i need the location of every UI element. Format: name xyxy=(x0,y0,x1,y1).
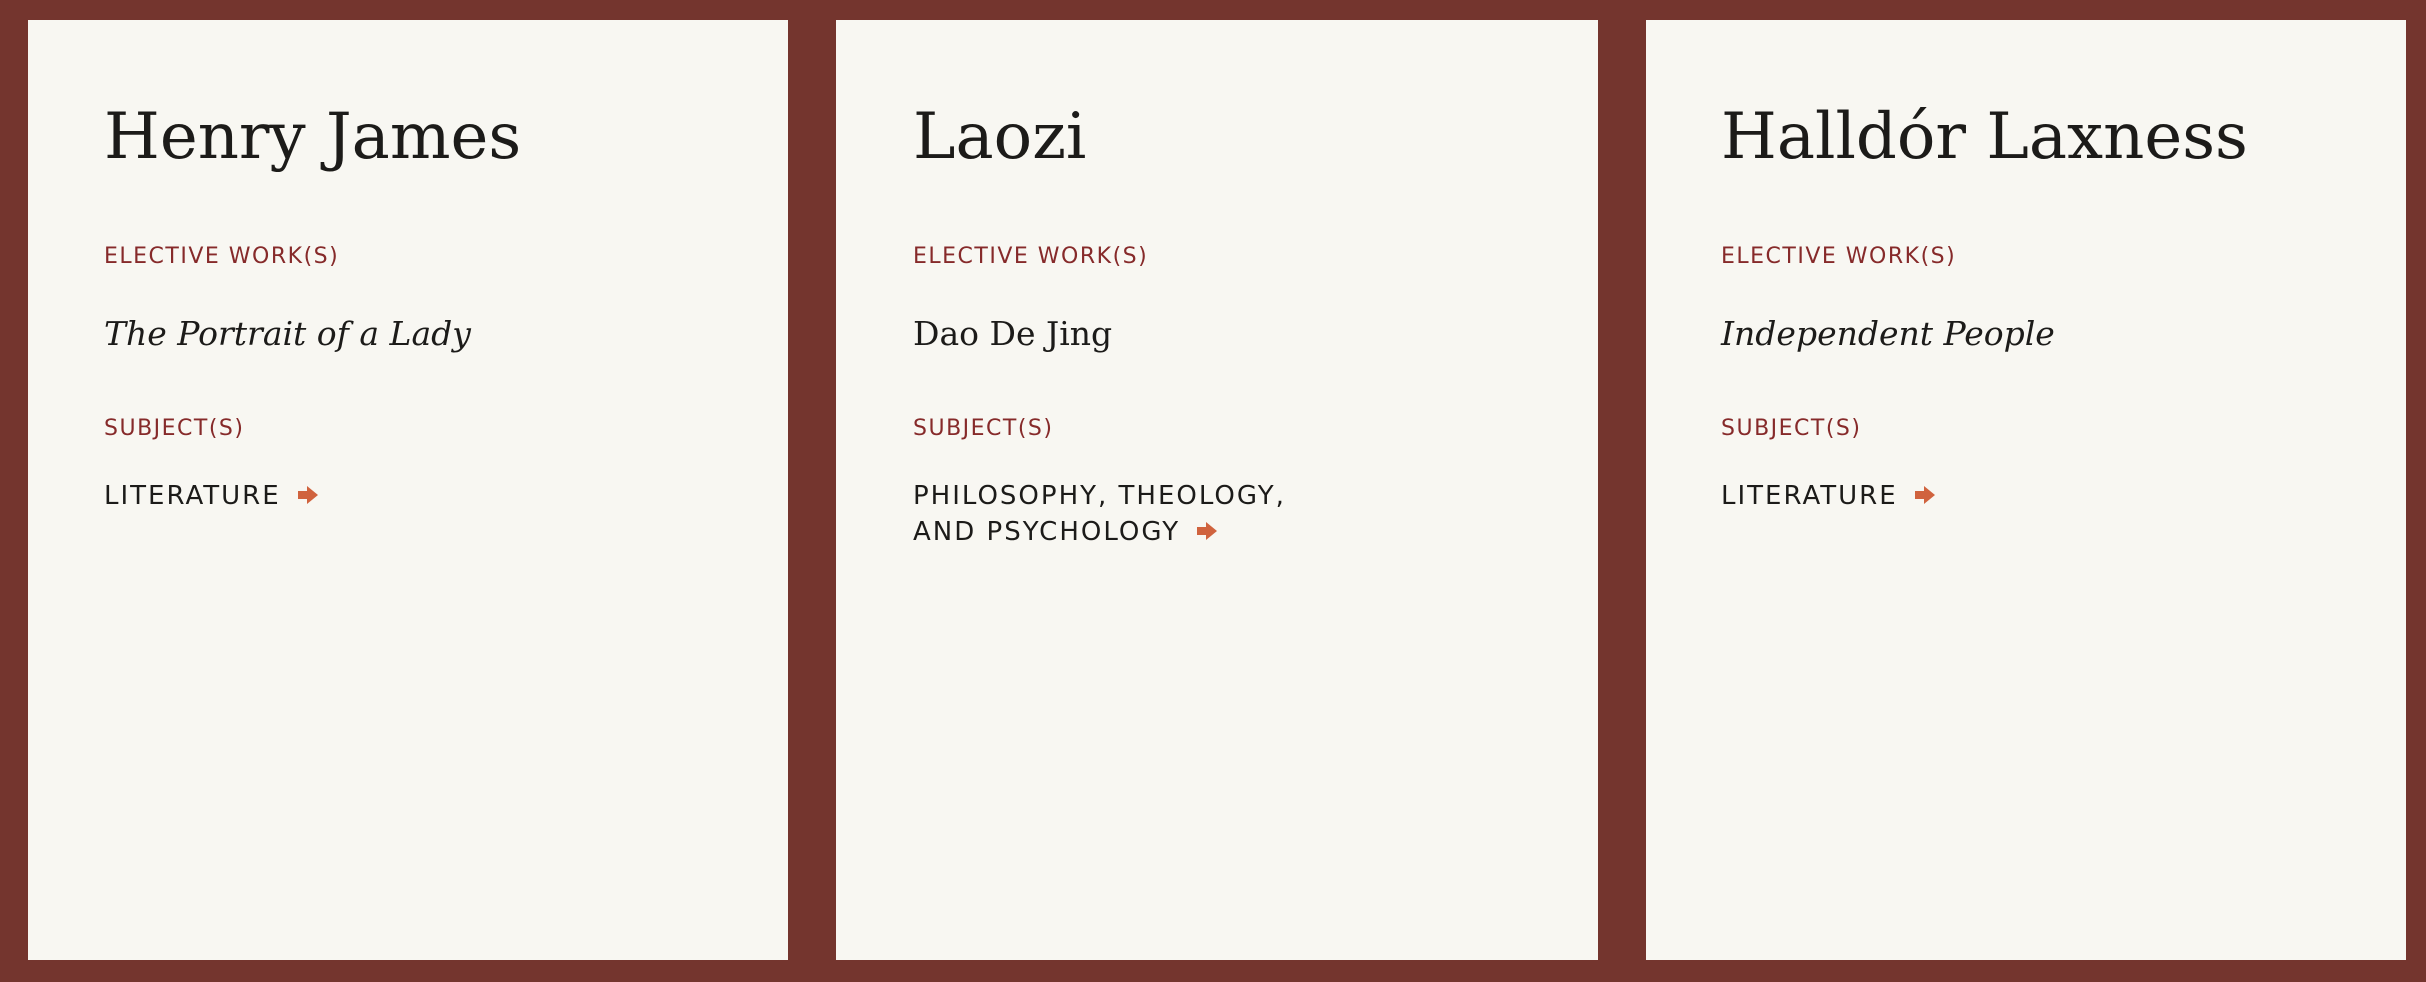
elective-work-title: Independent People xyxy=(1721,314,2055,353)
subjects-label: SUBJECT(S) xyxy=(104,416,245,441)
subject-link[interactable]: LITERATURE xyxy=(1721,478,1936,514)
arrow-right-icon xyxy=(1914,479,1936,504)
elective-work-title: The Portrait of a Lady xyxy=(104,314,471,353)
author-name: Laozi xyxy=(913,100,1087,174)
subjects-label: SUBJECT(S) xyxy=(913,416,1054,441)
author-card: Halldór Laxness ELECTIVE WORK(S) Indepen… xyxy=(1646,20,2406,960)
author-card: Henry James ELECTIVE WORK(S) The Portrai… xyxy=(28,20,788,960)
elective-works-label: ELECTIVE WORK(S) xyxy=(913,244,1149,269)
subjects-label: SUBJECT(S) xyxy=(1721,416,1862,441)
arrow-right-icon xyxy=(297,479,319,504)
arrow-right-icon xyxy=(1196,515,1218,540)
author-card: Laozi ELECTIVE WORK(S) Dao De Jing SUBJE… xyxy=(836,20,1598,960)
author-name: Henry James xyxy=(104,100,522,174)
elective-work-title: Dao De Jing xyxy=(913,314,1113,353)
subject-link-label: PHILOSOPHY, THEOLOGY, AND PSYCHOLOGY xyxy=(913,481,1286,547)
author-name: Halldór Laxness xyxy=(1721,100,2248,174)
elective-works-label: ELECTIVE WORK(S) xyxy=(1721,244,1957,269)
elective-works-label: ELECTIVE WORK(S) xyxy=(104,244,340,269)
subject-link[interactable]: PHILOSOPHY, THEOLOGY, AND PSYCHOLOGY xyxy=(913,478,1353,550)
subject-link-label: LITERATURE xyxy=(1721,481,1898,511)
subject-link[interactable]: LITERATURE xyxy=(104,478,319,514)
subject-link-label: LITERATURE xyxy=(104,481,281,511)
